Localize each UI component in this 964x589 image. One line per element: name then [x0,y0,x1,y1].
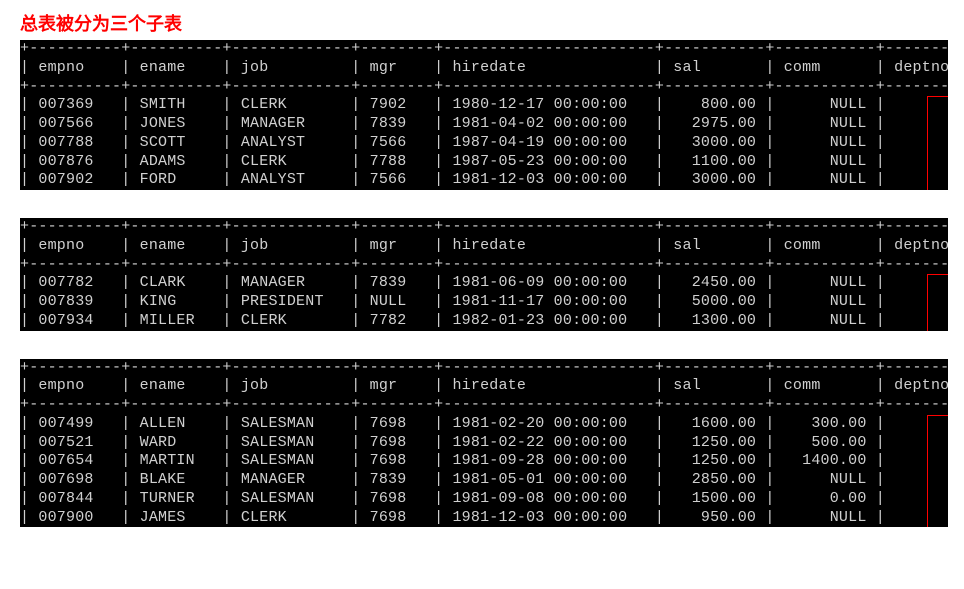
table-separator: +----------+----------+-------------+---… [20,40,948,59]
table-header-row: | empno | ename | job | mgr | hiredate |… [20,377,948,396]
table-row: | 007844 | TURNER | SALESMAN | 7698 | 19… [20,490,948,509]
table-row: | 007900 | JAMES | CLERK | 7698 | 1981-1… [20,509,948,528]
table-row: | 007902 | FORD | ANALYST | 7566 | 1981-… [20,171,948,190]
table-row: | 007839 | KING | PRESIDENT | NULL | 198… [20,293,948,312]
table-separator: +----------+----------+-------------+---… [20,218,948,237]
table-row: | 007566 | JONES | MANAGER | 7839 | 1981… [20,115,948,134]
table-row: | 007934 | MILLER | CLERK | 7782 | 1982-… [20,312,948,331]
sql-result-table-2: +----------+----------+-------------+---… [20,359,948,528]
caption-text: 总表被分为三个子表 [20,10,944,36]
table-separator: +----------+----------+-------------+---… [20,256,948,275]
table-separator: +----------+----------+-------------+---… [20,359,948,378]
table-row: | 007369 | SMITH | CLERK | 7902 | 1980-1… [20,96,948,115]
table-row: | 007782 | CLARK | MANAGER | 7839 | 1981… [20,274,948,293]
table-header-row: | empno | ename | job | mgr | hiredate |… [20,59,948,78]
table-separator: +----------+----------+-------------+---… [20,396,948,415]
sql-result-table-0: +----------+----------+-------------+---… [20,40,948,190]
table-row: | 007876 | ADAMS | CLERK | 7788 | 1987-0… [20,153,948,172]
table-row: | 007698 | BLAKE | MANAGER | 7839 | 1981… [20,471,948,490]
sql-result-table-1: +----------+----------+-------------+---… [20,218,948,331]
table-row: | 007788 | SCOTT | ANALYST | 7566 | 1987… [20,134,948,153]
table-row: | 007654 | MARTIN | SALESMAN | 7698 | 19… [20,452,948,471]
table-header-row: | empno | ename | job | mgr | hiredate |… [20,237,948,256]
table-row: | 007521 | WARD | SALESMAN | 7698 | 1981… [20,434,948,453]
table-row: | 007499 | ALLEN | SALESMAN | 7698 | 198… [20,415,948,434]
table-separator: +----------+----------+-------------+---… [20,78,948,97]
